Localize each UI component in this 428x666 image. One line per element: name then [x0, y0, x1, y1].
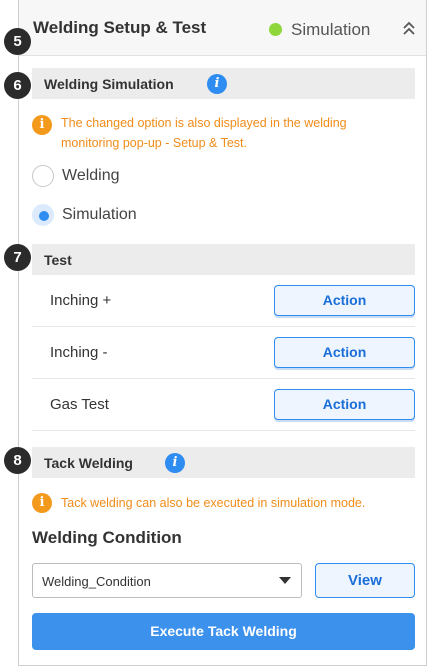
test-label: Inching + — [50, 292, 112, 309]
action-button-inching-plus[interactable]: Action — [274, 285, 415, 316]
test-row-inching-plus: Inching + Action — [32, 275, 415, 327]
select-value: Welding_Condition — [42, 574, 151, 589]
action-button-gas-test[interactable]: Action — [274, 389, 415, 420]
status-text: Simulation — [291, 20, 371, 39]
welding-condition-select[interactable]: Welding_Condition — [32, 563, 302, 598]
info-icon[interactable]: i — [165, 453, 185, 473]
section-title: Tack Welding — [44, 455, 133, 471]
section-title: Welding Simulation — [44, 76, 174, 92]
view-button[interactable]: View — [315, 563, 415, 598]
status-indicator-dot — [269, 23, 282, 36]
section-tack-welding: Tack Welding i — [32, 447, 415, 478]
execute-tack-welding-button[interactable]: Execute Tack Welding — [32, 613, 415, 650]
test-row-inching-minus: Inching - Action — [32, 327, 415, 379]
action-button-inching-minus[interactable]: Action — [274, 337, 415, 368]
step-badge-5: 5 — [4, 28, 31, 55]
section-test: Test — [32, 244, 415, 275]
section-welding-simulation: Welding Simulation i — [32, 68, 415, 99]
caret-down-icon — [279, 577, 291, 584]
step-badge-7: 7 — [4, 244, 31, 271]
test-label: Gas Test — [50, 396, 109, 413]
tack-notice: Tack welding can also be executed in sim… — [61, 496, 366, 510]
notice-info-icon: i — [32, 493, 52, 513]
test-row-gas-test: Gas Test Action — [32, 379, 415, 431]
info-icon[interactable]: i — [207, 74, 227, 94]
radio-button[interactable] — [32, 165, 54, 187]
welding-setup-panel: Welding Setup & Test Simulation Welding … — [18, 0, 427, 666]
radio-label: Welding — [62, 167, 120, 184]
notice-info-icon: i — [32, 115, 52, 135]
step-badge-6: 6 — [4, 72, 31, 99]
welding-condition-title: Welding Condition — [32, 528, 182, 547]
test-label: Inching - — [50, 344, 108, 361]
simulation-notice: The changed option is also displayed in … — [61, 116, 347, 150]
step-badge-8: 8 — [4, 447, 31, 474]
radio-label: Simulation — [62, 206, 137, 223]
panel-header[interactable]: Welding Setup & Test Simulation — [19, 0, 426, 56]
section-title: Test — [44, 252, 72, 268]
radio-button-selected[interactable] — [32, 204, 54, 226]
panel-title: Welding Setup & Test — [33, 18, 207, 37]
double-chevron-up-icon[interactable] — [402, 21, 416, 37]
